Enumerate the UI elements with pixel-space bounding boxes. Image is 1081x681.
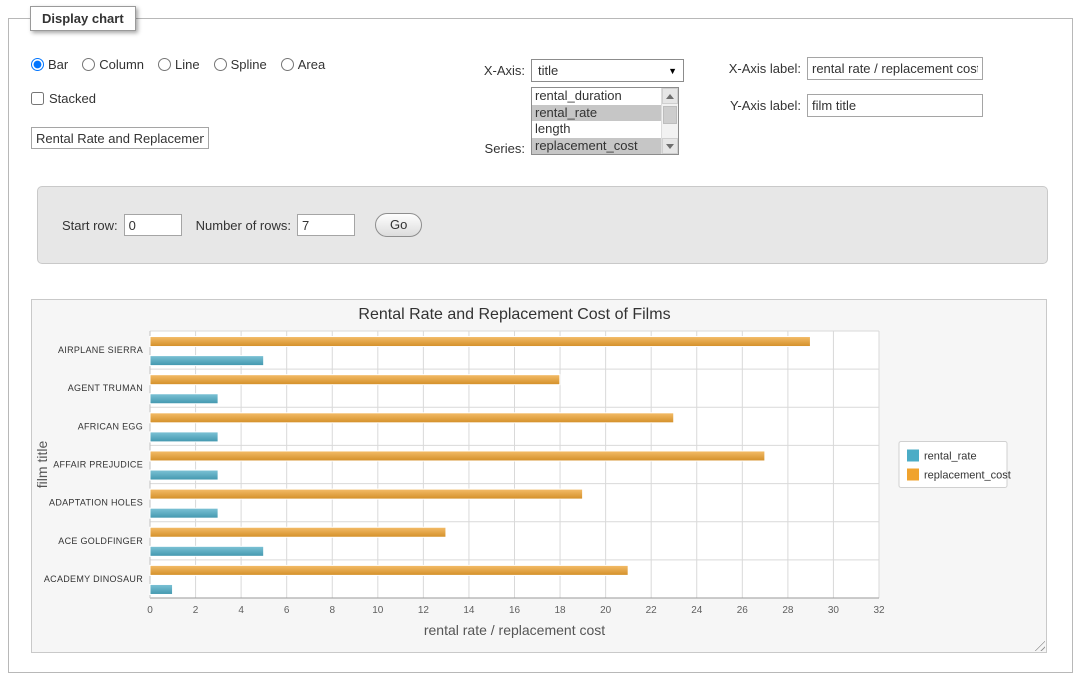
category-label: ACE GOLDFINGER: [58, 536, 143, 546]
scrollbar-thumb[interactable]: [663, 106, 677, 124]
bar-rental_rate[interactable]: [150, 584, 173, 594]
x-tick-label: 0: [147, 605, 153, 616]
chart-type-area-label: Area: [298, 57, 325, 72]
bar-replacement_cost[interactable]: [150, 337, 810, 347]
bar-replacement_cost[interactable]: [150, 413, 674, 423]
display-chart-panel: Display chart BarColumnLineSplineArea St…: [8, 18, 1073, 673]
bar-rental_rate[interactable]: [150, 432, 218, 442]
number-of-rows-input[interactable]: [297, 214, 355, 236]
x-tick-label: 18: [555, 605, 567, 616]
bar-replacement_cost[interactable]: [150, 565, 628, 575]
panel-legend: Display chart: [30, 6, 136, 31]
category-label: AIRPLANE SIERRA: [58, 345, 143, 355]
rows-panel: Start row: Number of rows: Go: [37, 186, 1048, 264]
x-axis-label-input[interactable]: [807, 57, 983, 80]
category-label: ADAPTATION HOLES: [49, 498, 143, 508]
x-axis-select-value: title: [538, 63, 558, 78]
chart-title-input[interactable]: [31, 127, 209, 149]
stacked-checkbox[interactable]: [31, 92, 44, 105]
x-tick-label: 24: [691, 605, 703, 616]
bar-rental_rate[interactable]: [150, 508, 218, 518]
category-label: AFFAIR PREJUDICE: [53, 460, 143, 470]
chart-type-bar-radio[interactable]: [31, 58, 44, 71]
x-tick-label: 26: [737, 605, 749, 616]
scroll-up-button[interactable]: [662, 88, 678, 104]
chart-type-bar: Bar: [31, 57, 68, 72]
x-tick-label: 14: [463, 605, 475, 616]
stacked-row: Stacked: [31, 91, 96, 106]
x-tick-label: 12: [418, 605, 430, 616]
chart-type-spline-radio[interactable]: [214, 58, 227, 71]
chart-type-bar-label: Bar: [48, 57, 68, 72]
legend-item-rental_rate[interactable]: rental_rate: [907, 450, 977, 463]
bar-replacement_cost[interactable]: [150, 489, 583, 499]
x-tick-label: 28: [782, 605, 794, 616]
chart-type-line-radio[interactable]: [158, 58, 171, 71]
series-options: rental_duration rental_rate length repla…: [532, 88, 661, 154]
x-axis-select[interactable]: title ▼: [531, 59, 684, 82]
chevron-down-icon: ▼: [668, 66, 677, 76]
bar-replacement_cost[interactable]: [150, 375, 560, 385]
x-tick-label: 6: [284, 605, 290, 616]
chart-type-line: Line: [158, 57, 200, 72]
chart-panel: 02468101214161820222426283032AIRPLANE SI…: [31, 299, 1047, 653]
chart-type-area: Area: [281, 57, 325, 72]
x-tick-label: 20: [600, 605, 612, 616]
x-axis-label-label: X-Axis label:: [709, 61, 801, 76]
start-row-input[interactable]: [124, 214, 182, 236]
chart-svg: 02468101214161820222426283032AIRPLANE SI…: [32, 300, 1046, 650]
y-axis-label-label: Y-Axis label:: [709, 98, 801, 113]
series-option-replacement-cost[interactable]: replacement_cost: [532, 138, 661, 155]
x-axis-title: rental rate / replacement cost: [424, 622, 605, 638]
number-of-rows-label: Number of rows:: [196, 218, 291, 233]
category-label: AFRICAN EGG: [78, 421, 143, 431]
x-tick-label: 8: [329, 605, 335, 616]
category-label: AGENT TRUMAN: [68, 383, 143, 393]
svg-text:replacement_cost: replacement_cost: [924, 470, 1011, 482]
chart-type-radio-group: Bar Column Line Spline Area: [31, 57, 339, 72]
go-button[interactable]: Go: [375, 213, 422, 237]
x-axis-select-label: X-Axis:: [439, 63, 525, 78]
arrow-down-icon: [666, 144, 674, 149]
chart-type-column-label: Column: [99, 57, 144, 72]
category-label: ACADEMY DINOSAUR: [44, 574, 143, 584]
series-option-length[interactable]: length: [532, 121, 661, 138]
series-option-rental-rate[interactable]: rental_rate: [532, 105, 661, 122]
bar-rental_rate[interactable]: [150, 546, 264, 556]
chart-type-spline: Spline: [214, 57, 267, 72]
bar-rental_rate[interactable]: [150, 356, 264, 366]
chart-title: Rental Rate and Replacement Cost of Film…: [358, 306, 670, 323]
series-listbox[interactable]: rental_duration rental_rate length repla…: [531, 87, 679, 155]
x-tick-label: 10: [372, 605, 384, 616]
x-tick-label: 2: [193, 605, 199, 616]
start-row-label: Start row:: [62, 218, 118, 233]
y-axis-label-input[interactable]: [807, 94, 983, 117]
bar-rental_rate[interactable]: [150, 394, 218, 404]
chart-type-column: Column: [82, 57, 144, 72]
x-tick-label: 16: [509, 605, 521, 616]
bar-replacement_cost[interactable]: [150, 451, 765, 461]
x-tick-label: 30: [828, 605, 840, 616]
x-tick-label: 32: [873, 605, 885, 616]
bar-rental_rate[interactable]: [150, 470, 218, 480]
chart-type-line-label: Line: [175, 57, 200, 72]
series-scrollbar[interactable]: [661, 88, 678, 154]
chart-type-spline-label: Spline: [231, 57, 267, 72]
y-axis-title: film title: [34, 441, 50, 489]
bar-replacement_cost[interactable]: [150, 527, 446, 537]
svg-text:rental_rate: rental_rate: [924, 451, 977, 463]
chart-type-area-radio[interactable]: [281, 58, 294, 71]
x-tick-label: 22: [646, 605, 658, 616]
scrollbar-track[interactable]: [662, 104, 678, 138]
stacked-label: Stacked: [49, 91, 96, 106]
scroll-down-button[interactable]: [662, 138, 678, 154]
series-option-rental-duration[interactable]: rental_duration: [532, 88, 661, 105]
x-tick-label: 4: [238, 605, 244, 616]
chart-type-column-radio[interactable]: [82, 58, 95, 71]
arrow-up-icon: [666, 94, 674, 99]
series-label: Series:: [439, 141, 525, 156]
